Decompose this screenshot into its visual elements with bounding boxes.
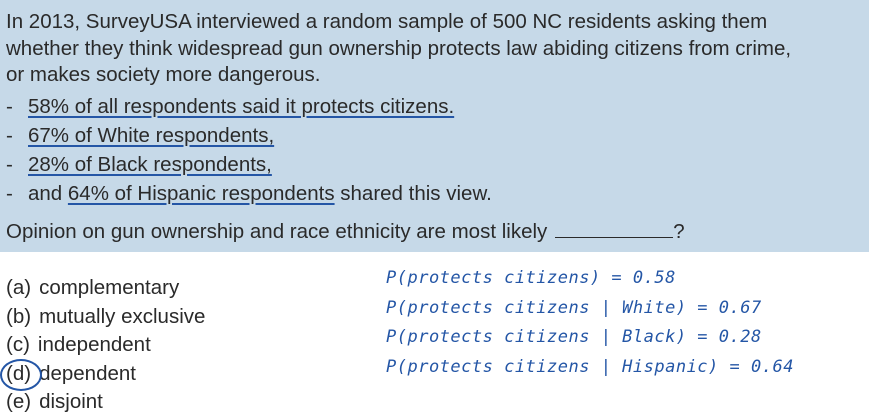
probability-note: P(protects citizens) = 0.58 (386, 268, 676, 288)
bullet-item: - 58% of all respondents said it protect… (6, 92, 492, 121)
question-end: ? (673, 220, 685, 243)
bullet-text: 58% of all respondents said it protects … (28, 95, 455, 118)
handwritten-notes: P(protects citizens) = 0.58 P(protects c… (386, 264, 794, 382)
option-d[interactable]: (d) dependent (0, 358, 205, 391)
intro-line-2: whether they think widespread gun owners… (6, 36, 792, 60)
probability-note: P(protects citizens | White) = 0.67 (386, 297, 762, 318)
option-label: disjoint (39, 390, 103, 413)
bullet-dash: - (6, 153, 13, 176)
option-label: mutually exclusive (39, 304, 206, 328)
bullet-suffix: shared this view. (334, 182, 492, 205)
answer-options: (a) complementary (b) mutually exclusive (… (0, 274, 205, 417)
option-b[interactable]: (b) mutually exclusive (6, 303, 205, 332)
answer-blank (555, 221, 674, 238)
bullet-list: - 58% of all respondents said it protect… (6, 92, 492, 208)
option-letter: (e) (6, 390, 32, 413)
bullet-text: 64% of Hispanic respondents (67, 182, 335, 205)
option-e[interactable]: (e) disjoint (6, 388, 205, 417)
option-letter: (b) (6, 304, 32, 328)
intro-paragraph: In 2013, SurveyUSA interviewed a random … (6, 9, 864, 89)
bullet-dash: - (6, 124, 13, 147)
probability-note: P(protects citizens | Hispanic) = 0.64 (386, 356, 794, 377)
option-label: independent (37, 333, 151, 356)
option-a[interactable]: (a) complementary (6, 274, 205, 303)
bullet-dash: - (6, 95, 13, 118)
bullet-text: 67% of White respondents, (28, 124, 275, 147)
intro-line-3: or makes society more dangerous. (6, 63, 321, 86)
bullet-dash: - (6, 182, 13, 205)
question-text: Opinion on gun ownership and race ethnic… (6, 220, 548, 243)
option-label: complementary (39, 276, 180, 299)
selected-answer-circle (0, 358, 42, 391)
bullet-text: 28% of Black respondents, (28, 153, 272, 176)
intro-line-1: In 2013, SurveyUSA interviewed a random … (6, 10, 768, 33)
bullet-item: - and 64% of Hispanic respondents shared… (6, 179, 492, 208)
option-letter: (c) (6, 333, 30, 356)
probability-note: P(protects citizens | Black) = 0.28 (386, 327, 762, 347)
option-letter: (a) (6, 276, 32, 299)
bullet-item: - 67% of White respondents, (6, 121, 492, 150)
bullet-item: - 28% of Black respondents, (6, 150, 492, 179)
question-prompt: Opinion on gun ownership and race ethnic… (6, 220, 685, 244)
option-c[interactable]: (c) independent (6, 331, 205, 360)
option-label: dependent (39, 361, 136, 385)
bullet-prefix: and (28, 182, 68, 205)
